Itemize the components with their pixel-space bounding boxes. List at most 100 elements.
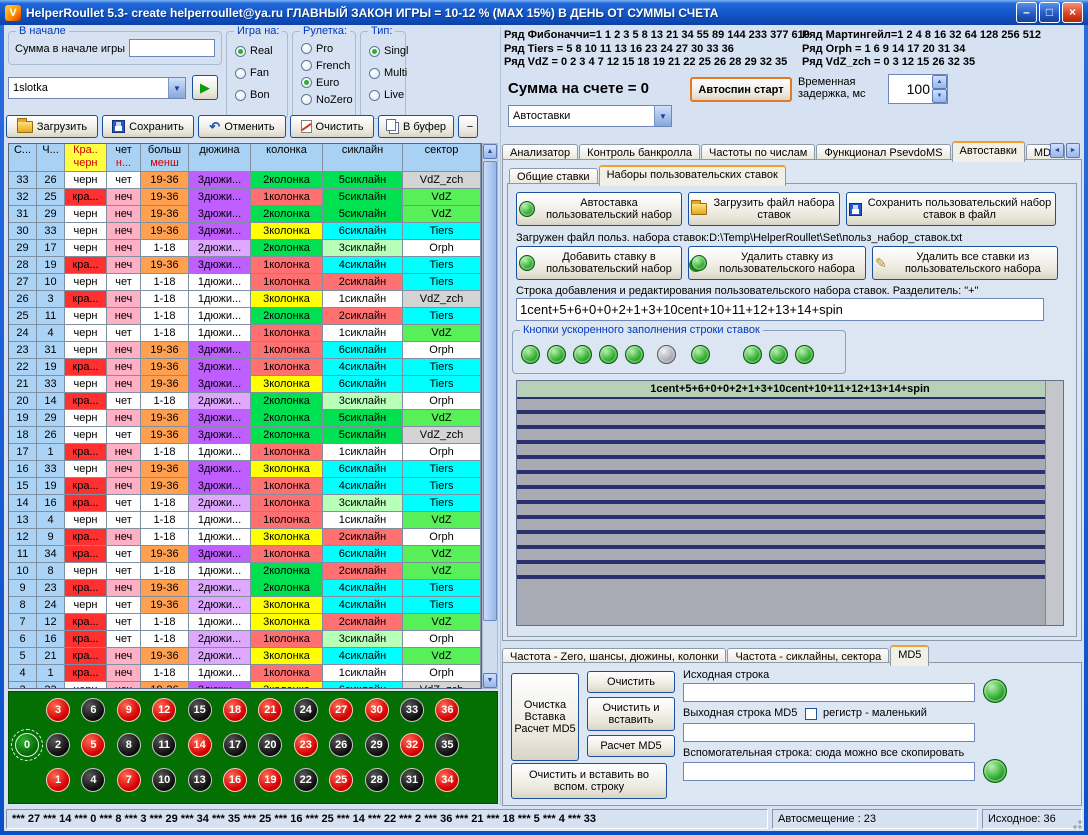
- history-row[interactable]: 824чернчет19-362дюжи...3колонка4сиклайнT…: [9, 597, 481, 614]
- coin-button[interactable]: [599, 345, 618, 364]
- history-row[interactable]: 2819кра...неч19-363дюжи...1колонка4сикла…: [9, 257, 481, 274]
- restore-button[interactable]: □: [1039, 2, 1060, 23]
- slot-combo[interactable]: 1slotka ▼: [8, 77, 186, 99]
- bets-list-header[interactable]: 1cent+5+6+0+0+2+1+3+10cent+10+11+12+13+1…: [517, 381, 1063, 399]
- radio-option-bon[interactable]: Bon: [227, 84, 287, 106]
- bets-list-row[interactable]: [517, 399, 1063, 414]
- clear-paste-aux-button[interactable]: Очистить и вставить во вспом. строку: [511, 763, 667, 799]
- roulette-number-34[interactable]: 34: [435, 768, 459, 792]
- radio-option-french[interactable]: French: [293, 57, 355, 74]
- coin-button[interactable]: [691, 345, 710, 364]
- table-scrollbar[interactable]: ▲ ▼: [482, 143, 498, 689]
- history-row[interactable]: 1416кра...чет1-182дюжи...1колонка3сиклай…: [9, 495, 481, 512]
- history-row[interactable]: 2014кра...чет1-182дюжи...2колонка3сиклай…: [9, 393, 481, 410]
- history-row[interactable]: 263кра...неч1-181дюжи...3колонка1сиклайн…: [9, 291, 481, 308]
- history-row[interactable]: 1929черннеч19-363дюжи...2колонка5сиклайн…: [9, 410, 481, 427]
- autospin-start-button[interactable]: Автоспин старт: [690, 77, 792, 102]
- roulette-number-16[interactable]: 16: [223, 768, 247, 792]
- roulette-number-18[interactable]: 18: [223, 698, 247, 722]
- radio-option-live[interactable]: Live: [361, 84, 405, 106]
- history-row[interactable]: 1633черннеч19-363дюжи...3колонка6сиклайн…: [9, 461, 481, 478]
- roulette-number-6[interactable]: 6: [81, 698, 105, 722]
- roulette-number-13[interactable]: 13: [188, 768, 212, 792]
- roulette-number-28[interactable]: 28: [365, 768, 389, 792]
- bets-list-row[interactable]: [517, 519, 1063, 534]
- history-row[interactable]: 2219кра...неч19-363дюжи...1колонка4сикла…: [9, 359, 481, 376]
- header-cell[interactable]: Ч...: [37, 144, 65, 172]
- history-row[interactable]: 521кра...неч19-362дюжи...3колонка4сиклай…: [9, 648, 481, 665]
- coin-button[interactable]: [625, 345, 644, 364]
- history-row[interactable]: 616кра...чет1-182дюжи...1колонка3сиклайн…: [9, 631, 481, 648]
- bets-list[interactable]: 1cent+5+6+0+0+2+1+3+10cent+10+11+12+13+1…: [516, 380, 1064, 626]
- autobets-combo[interactable]: Автоставки ▼: [508, 105, 672, 127]
- minus-button[interactable]: −: [458, 115, 478, 138]
- bets-list-row[interactable]: [517, 459, 1063, 474]
- roulette-number-0[interactable]: 0: [15, 733, 39, 757]
- md5-aux-action-button[interactable]: [983, 759, 1007, 783]
- history-row[interactable]: 3225кра...неч19-363дюжи...1колонка5сикла…: [9, 189, 481, 206]
- roulette-number-10[interactable]: 10: [152, 768, 176, 792]
- radio-option-multi[interactable]: Multi: [361, 62, 405, 84]
- roulette-number-2[interactable]: 2: [46, 733, 70, 757]
- radio-option-pro[interactable]: Pro: [293, 40, 355, 57]
- roulette-number-19[interactable]: 19: [258, 768, 282, 792]
- button-сохранить-пользовательский[interactable]: Сохранить пользовательский набор ставок …: [846, 192, 1056, 226]
- play-button[interactable]: ▶: [192, 75, 218, 100]
- roulette-number-15[interactable]: 15: [188, 698, 212, 722]
- open-folder-button[interactable]: Загрузить: [6, 115, 98, 138]
- history-row[interactable]: 3326чернчет19-363дюжи...2колонка5сиклайн…: [9, 172, 481, 189]
- button-загрузить-файл[interactable]: Загрузить файл набора ставок: [688, 192, 840, 226]
- roulette-number-25[interactable]: 25: [329, 768, 353, 792]
- radio-icon[interactable]: [369, 46, 380, 57]
- bets-list-row[interactable]: [517, 474, 1063, 489]
- header-cell[interactable]: четн...: [107, 144, 141, 172]
- bets-list-row[interactable]: [517, 429, 1063, 444]
- bets-list-row[interactable]: [517, 489, 1063, 504]
- md5-calc-button[interactable]: Расчет MD5: [587, 735, 675, 757]
- md5-output-input[interactable]: [683, 723, 975, 742]
- chevron-down-icon[interactable]: ▼: [654, 106, 671, 126]
- roulette-number-9[interactable]: 9: [117, 698, 141, 722]
- bets-list-row[interactable]: [517, 504, 1063, 519]
- coin-button[interactable]: [547, 345, 566, 364]
- radio-icon[interactable]: [369, 68, 380, 79]
- roulette-number-12[interactable]: 12: [152, 698, 176, 722]
- clear-button[interactable]: Очистить: [290, 115, 374, 138]
- radio-icon[interactable]: [235, 90, 246, 101]
- radio-option-nozero[interactable]: NoZero: [293, 91, 355, 108]
- coin-button[interactable]: [795, 345, 814, 364]
- radio-icon[interactable]: [301, 60, 312, 71]
- undo-button[interactable]: ↶Отменить: [198, 115, 286, 138]
- button-добавить-ставку[interactable]: Добавить ставку в пользовательский набор: [516, 246, 682, 280]
- md5-source-input[interactable]: [683, 683, 975, 702]
- history-row[interactable]: 3033черннеч19-363дюжи...3колонка6сиклайн…: [9, 223, 481, 240]
- coin-button[interactable]: [743, 345, 762, 364]
- tab-автоставки[interactable]: Автоставки: [952, 141, 1025, 162]
- history-row[interactable]: 41кра...неч1-181дюжи...1колонка1сиклайнO…: [9, 665, 481, 682]
- history-row[interactable]: 333черннеч19-363дюжи...3колонка6сиклайнV…: [9, 682, 481, 689]
- history-row[interactable]: 1519кра...неч19-363дюжи...1колонка4сикла…: [9, 478, 481, 495]
- roulette-number-17[interactable]: 17: [223, 733, 247, 757]
- md5-clear-paste-calc-button[interactable]: Очистка Вставка Расчет MD5: [511, 673, 579, 761]
- copy-button[interactable]: В буфер: [378, 115, 454, 138]
- roulette-number-5[interactable]: 5: [81, 733, 105, 757]
- chevron-down-icon[interactable]: ▼: [168, 78, 185, 98]
- bets-list-row[interactable]: [517, 444, 1063, 459]
- history-row[interactable]: 129кра...неч1-181дюжи...3колонка2сиклайн…: [9, 529, 481, 546]
- radio-icon[interactable]: [301, 43, 312, 54]
- tab-scroll-left-icon[interactable]: ◄: [1050, 143, 1064, 158]
- roulette-number-14[interactable]: 14: [188, 733, 212, 757]
- roulette-number-36[interactable]: 36: [435, 698, 459, 722]
- history-table[interactable]: С...Ч...Кра..чернчетн...большменшдюжинак…: [8, 143, 482, 689]
- button-удалить-все[interactable]: ✎Удалить все ставки из пользовательского…: [872, 246, 1058, 280]
- roulette-number-3[interactable]: 3: [46, 698, 70, 722]
- md5-clear-and-paste-button[interactable]: Очистить и вставить: [587, 697, 675, 731]
- resize-grip[interactable]: [1070, 817, 1083, 830]
- roulette-number-32[interactable]: 32: [400, 733, 424, 757]
- scroll-down-icon[interactable]: ▼: [483, 673, 497, 688]
- roulette-number-1[interactable]: 1: [46, 768, 70, 792]
- coin-button[interactable]: [657, 345, 676, 364]
- coin-button[interactable]: [769, 345, 788, 364]
- roulette-number-22[interactable]: 22: [294, 768, 318, 792]
- history-row[interactable]: 2710чернчет1-181дюжи...1колонка2сиклайнT…: [9, 274, 481, 291]
